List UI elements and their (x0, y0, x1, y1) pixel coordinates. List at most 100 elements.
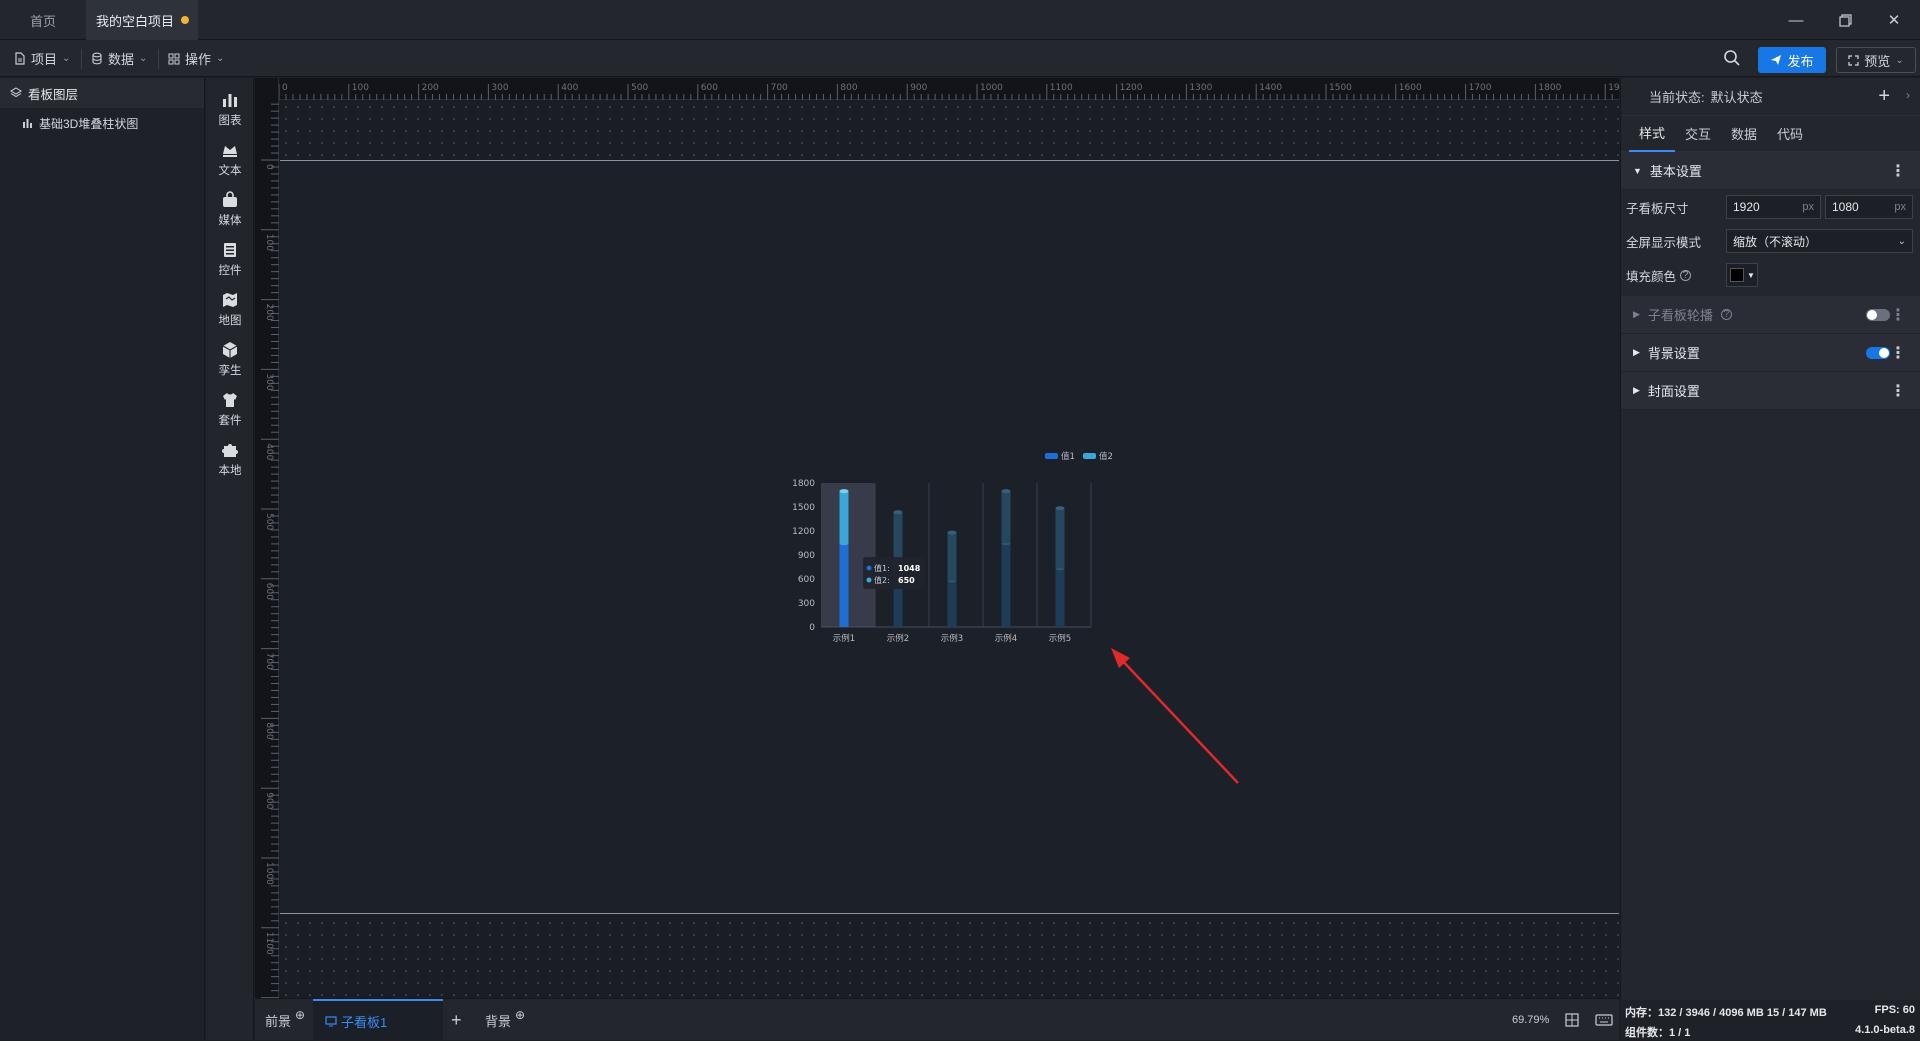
restore-icon[interactable] (1829, 6, 1861, 34)
tool-twin[interactable]: 孪生 (206, 334, 254, 384)
height-input[interactable]: 1080 px (1825, 195, 1913, 219)
tool-label: 文本 (218, 164, 242, 177)
bar-cap (839, 489, 849, 494)
tab-home[interactable]: 首页 (0, 0, 86, 40)
cube-icon (222, 341, 238, 358)
tab-foreground[interactable]: 前景 ⊕ (265, 999, 305, 1041)
tool-media[interactable]: 媒体 (206, 184, 254, 234)
tool-control[interactable]: 控件 (206, 234, 254, 284)
section-background[interactable]: ▶ 背景设置 ⋮ (1621, 334, 1920, 372)
tool-label: 图表 (218, 114, 242, 127)
add-board-icon[interactable]: + (451, 999, 462, 1041)
y-tick-label: 0 (809, 623, 815, 633)
stacked-3d-bar-chart[interactable]: 0 300 600 900 1200 1500 1800 值1 值2 示例1 示例2 示例3 示例4 示例… (787, 443, 1117, 653)
annotation-arrow (1111, 648, 1239, 784)
add-circle-icon[interactable]: ⊕ (295, 1008, 305, 1022)
tooltip-series-name: 值2: (874, 575, 890, 585)
ruler-label: 1000 (264, 862, 274, 885)
ruler-label: 1500 (1329, 83, 1352, 93)
x-tick-label: 示例2 (887, 633, 909, 644)
menu-operation[interactable]: 操作 ⌄ (168, 40, 224, 77)
more-icon[interactable]: ⋮ (1890, 305, 1906, 325)
tab-background[interactable]: 背景 ⊕ (485, 999, 525, 1041)
carousel-toggle[interactable] (1866, 309, 1890, 321)
unsaved-dot-icon (181, 16, 189, 24)
minimize-icon[interactable]: — (1780, 6, 1812, 34)
unit-label: px (1894, 201, 1906, 213)
layer-item[interactable]: 基础3D堆叠柱状图 (0, 108, 204, 138)
bar-segment[interactable] (1055, 568, 1065, 627)
more-icon[interactable]: ⋮ (1890, 161, 1906, 181)
state-value[interactable]: 默认状态 (1711, 87, 1763, 106)
section-cover[interactable]: ▶ 封面设置 ⋮ (1621, 372, 1920, 410)
tool-map[interactable]: 地图 (206, 284, 254, 334)
tool-text[interactable]: 文本 (206, 134, 254, 184)
help-icon[interactable]: ? (1720, 309, 1732, 320)
tab-data[interactable]: 数据 (1721, 116, 1767, 152)
close-icon[interactable]: ✕ (1878, 6, 1910, 34)
ruler-label: 1200 (1120, 83, 1143, 93)
preview-button[interactable]: 预览 ⌄ (1836, 47, 1916, 73)
control-icon (224, 242, 236, 257)
bar-segment[interactable] (1001, 543, 1011, 627)
zoom-level[interactable]: 69.79% (1512, 999, 1549, 1041)
prop-fullscreen-label: 全屏显示模式 (1626, 235, 1702, 250)
search-icon[interactable] (1723, 49, 1741, 70)
bar-segment[interactable] (839, 543, 849, 627)
bar-segment[interactable] (1001, 491, 1011, 544)
tool-local[interactable]: 本地 (206, 434, 254, 484)
ruler-label: 700 (264, 653, 274, 670)
menu-data[interactable]: 数据 ⌄ (91, 40, 147, 77)
bar-segment[interactable] (839, 491, 849, 544)
more-icon[interactable]: ⋮ (1890, 381, 1906, 401)
caret-right-icon: ▶ (1633, 347, 1640, 357)
background-toggle[interactable] (1866, 347, 1890, 359)
legend-swatch (1045, 453, 1058, 459)
bar-segment[interactable] (947, 580, 957, 627)
add-circle-icon[interactable]: ⊕ (515, 1008, 525, 1022)
section-carousel[interactable]: ▶ 子看板轮播 ? ⋮ (1621, 296, 1920, 334)
legend-swatch (1083, 453, 1096, 459)
chevron-right-icon[interactable]: › (1906, 88, 1910, 102)
section-basic[interactable]: ▼ 基本设置 ⋮ (1621, 152, 1920, 190)
status-bar: 内存：132 / 3946 / 4096 MB 15 / 147 MB FPS:… (1620, 1000, 1920, 1040)
width-input[interactable]: 1920 px (1726, 195, 1821, 219)
ruler-label: 800 (264, 722, 274, 739)
ruler-label: 1400 (1259, 83, 1282, 93)
map-icon (223, 292, 237, 307)
tab-sub-board[interactable]: 子看板1 (313, 999, 443, 1041)
fill-color-picker[interactable]: ▼ (1726, 263, 1758, 287)
fullscreen-icon (1848, 54, 1859, 66)
tooltip-marker (866, 577, 872, 583)
bar-segment[interactable] (947, 532, 957, 581)
tool-suite[interactable]: 套件 (206, 384, 254, 434)
tab-interaction[interactable]: 交互 (1675, 116, 1721, 152)
fullscreen-select[interactable]: 缩放（不滚动） ⌄ (1726, 229, 1913, 253)
y-tick-label: 1500 (792, 503, 815, 513)
tool-label: 孪生 (218, 364, 242, 377)
ruler-label: 1900 (1608, 83, 1619, 93)
publish-button[interactable]: 发布 (1758, 47, 1826, 73)
tool-label: 媒体 (218, 214, 242, 227)
tool-chart[interactable]: 图表 (206, 84, 254, 134)
add-state-icon[interactable]: + (1878, 85, 1890, 108)
tool-label: 套件 (218, 414, 242, 427)
tab-project[interactable]: 我的空白项目 (86, 0, 198, 40)
tab-code[interactable]: 代码 (1767, 116, 1813, 152)
tooltip-value: 650 (898, 576, 915, 585)
y-tick-label: 300 (798, 599, 815, 609)
width-value: 1920 (1733, 200, 1760, 214)
more-icon[interactable]: ⋮ (1890, 343, 1906, 363)
section-background-title: 背景设置 (1647, 346, 1700, 361)
fit-screen-icon[interactable] (1565, 999, 1579, 1041)
keyboard-icon[interactable] (1595, 999, 1613, 1041)
ruler-label: 900 (910, 83, 927, 93)
x-tick-label: 示例4 (995, 633, 1017, 644)
chevron-down-icon: ⌄ (139, 53, 148, 64)
bar-segment[interactable] (1055, 508, 1065, 569)
menu-project[interactable]: 项目 ⌄ (14, 40, 70, 77)
version-label: 4.1.0-beta.8 (1855, 1024, 1915, 1036)
help-icon[interactable]: ? (1680, 269, 1692, 281)
tab-foreground-label: 前景 (265, 1013, 292, 1029)
tab-style[interactable]: 样式 (1629, 116, 1676, 152)
